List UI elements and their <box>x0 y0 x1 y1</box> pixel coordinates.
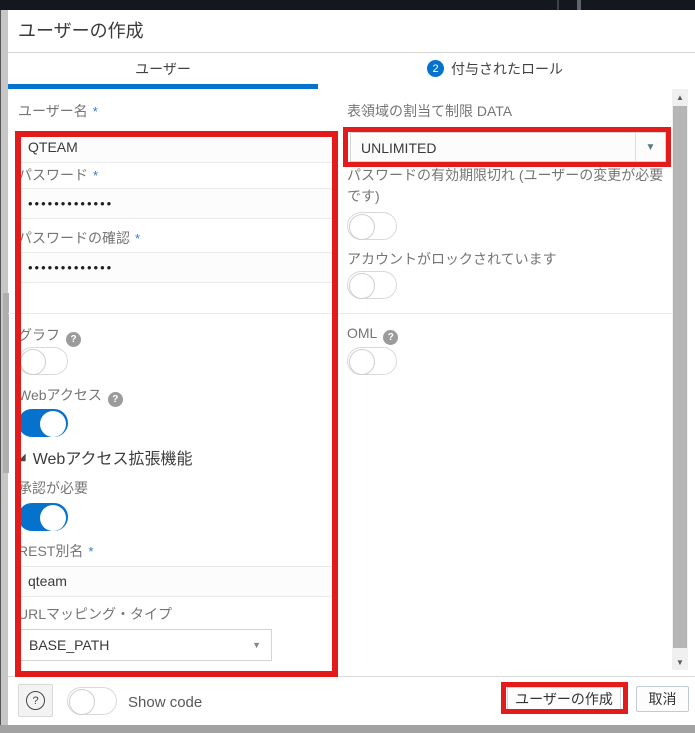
oml-toggle[interactable] <box>347 347 397 375</box>
oml-label: OML? <box>347 325 398 345</box>
url-mapping-type-value: BASE_PATH <box>29 630 109 660</box>
graph-label: グラフ? <box>18 325 81 347</box>
tab-user-label: ユーザー <box>135 59 191 79</box>
help-icon[interactable]: ? <box>383 330 398 345</box>
help-icon[interactable]: ? <box>66 332 81 347</box>
browser-top-bar <box>0 0 695 10</box>
password-expired-toggle[interactable] <box>347 212 397 240</box>
footer-divider <box>8 676 695 677</box>
chevron-down-icon: ▼ <box>252 630 261 660</box>
collapse-triangle-icon: ◢ <box>18 452 26 463</box>
rest-alias-label: REST別名* <box>18 541 93 561</box>
required-indicator: * <box>135 231 140 246</box>
create-user-dialog: ユーザーの作成 ユーザー 2 付与されたロール ユーザー名* QTEAM パスワ… <box>0 0 695 733</box>
password-expired-label: パスワードの有効期限切れ (ユーザーの変更が必要です) <box>347 165 667 207</box>
scroll-down-icon[interactable]: ▼ <box>672 654 688 670</box>
tab-roles-label: 付与されたロール <box>451 59 563 79</box>
chevron-down-icon: ▼ <box>635 133 665 161</box>
tablespace-quota-value: UNLIMITED <box>361 133 436 163</box>
account-locked-label: アカウントがロックされています <box>347 249 557 269</box>
page-bottom-edge <box>0 725 695 733</box>
url-mapping-type-label: URLマッピング・タイプ <box>18 604 172 624</box>
cancel-button[interactable]: 取消 <box>636 686 689 712</box>
scroll-up-icon[interactable]: ▲ <box>672 89 688 105</box>
create-user-button[interactable]: ユーザーの作成 <box>507 687 621 710</box>
web-access-extensions-section[interactable]: ◢ Webアクセス拡張機能 <box>18 445 193 469</box>
dialog-title: ユーザーの作成 <box>18 17 144 43</box>
account-locked-toggle[interactable] <box>347 271 397 299</box>
url-mapping-type-select[interactable]: BASE_PATH ▼ <box>18 629 272 661</box>
top-bar-separator <box>577 0 581 10</box>
tablespace-quota-label: 表領域の割当て制限 DATA <box>347 101 512 121</box>
required-indicator: * <box>93 168 98 183</box>
password-label: パスワード* <box>18 165 98 185</box>
section-title: Webアクセス拡張機能 <box>33 445 193 469</box>
roles-count-badge: 2 <box>427 60 444 77</box>
help-button[interactable]: ? <box>18 684 53 717</box>
active-tab-underline <box>8 84 318 89</box>
required-indicator: * <box>93 104 98 119</box>
help-icon: ? <box>26 691 45 710</box>
web-access-toggle[interactable] <box>18 409 68 437</box>
section-divider <box>8 313 672 314</box>
tab-granted-roles[interactable]: 2 付与されたロール <box>318 53 672 84</box>
show-code-toggle[interactable] <box>67 687 117 715</box>
page-left-scroll-thumb <box>3 293 9 473</box>
username-input[interactable]: QTEAM <box>18 132 333 163</box>
show-code-label: Show code <box>128 694 202 711</box>
web-access-label: Webアクセス? <box>18 385 123 407</box>
page-left-edge <box>0 10 8 725</box>
password-confirm-label: パスワードの確認* <box>18 228 140 248</box>
tablespace-quota-select[interactable]: UNLIMITED ▼ <box>350 132 666 162</box>
tab-user[interactable]: ユーザー <box>8 53 318 84</box>
password-confirm-input[interactable]: ••••••••••••• <box>18 252 333 283</box>
top-bar-separator <box>557 0 559 10</box>
password-input[interactable]: ••••••••••••• <box>18 188 333 219</box>
help-icon[interactable]: ? <box>108 392 123 407</box>
required-indicator: * <box>88 544 93 559</box>
graph-toggle[interactable] <box>18 347 68 375</box>
approval-required-toggle[interactable] <box>18 503 68 531</box>
approval-required-label: 承認が必要 <box>18 478 88 498</box>
username-label: ユーザー名* <box>18 101 98 121</box>
rest-alias-input[interactable]: qteam <box>18 566 333 597</box>
scrollbar-thumb[interactable] <box>673 106 687 648</box>
